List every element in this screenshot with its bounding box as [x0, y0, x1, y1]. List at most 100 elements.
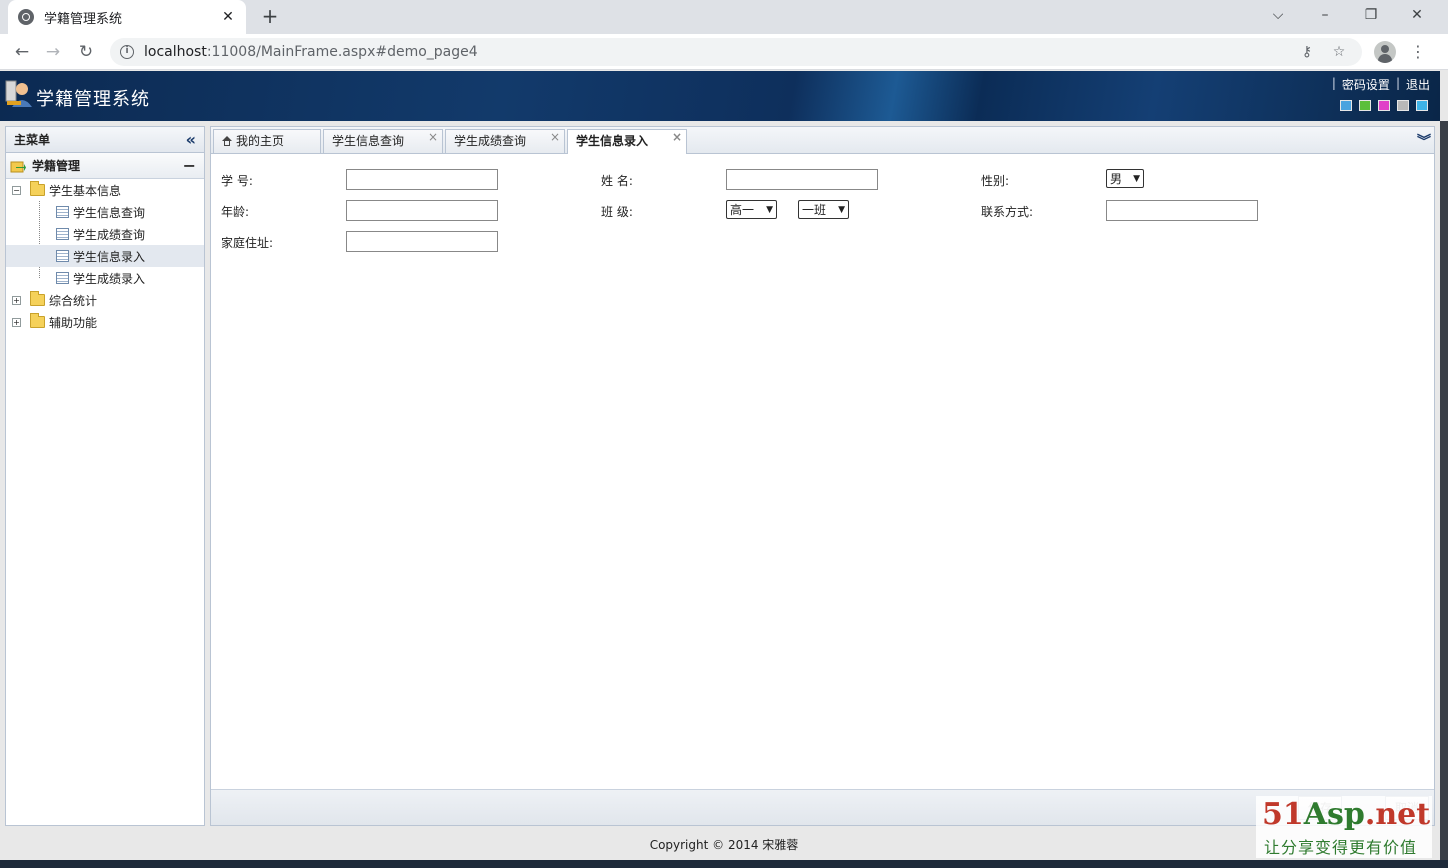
watermark-logo: 51Asp.net 让分享变得更有价值	[1256, 796, 1432, 858]
tree-item-label: 学生成绩录入	[73, 271, 146, 286]
logout-link[interactable]: 退出	[1406, 76, 1430, 93]
tab-list-chevron-icon[interactable]: ︾	[1417, 131, 1431, 151]
tab-score-query[interactable]: 学生成绩查询 ×	[445, 129, 565, 153]
chevron-down-icon: ▼	[838, 204, 845, 215]
chevron-down-icon: ▼	[1133, 173, 1140, 184]
folder-icon	[30, 313, 45, 328]
tree-item-label: 学生信息查询	[73, 205, 146, 220]
change-password-link[interactable]: 密码设置	[1342, 76, 1390, 93]
collapse-group-icon[interactable]: −	[183, 156, 196, 175]
page-icon	[56, 206, 69, 218]
watermark-slogan: 让分享变得更有价值	[1264, 838, 1418, 857]
tab-home[interactable]: 我的主页	[213, 129, 321, 153]
tree-item-score-entry[interactable]: 学生成绩录入	[6, 267, 204, 289]
close-tab-icon[interactable]: ×	[550, 126, 560, 148]
contact-input[interactable]	[1106, 200, 1258, 221]
theme-swatch-pink[interactable]	[1378, 100, 1390, 111]
browser-toolbar: ← → ↻ i localhost:11008/MainFrame.aspx#d…	[0, 34, 1448, 70]
theme-swatch-gray[interactable]	[1397, 100, 1409, 111]
sidebar-title: 主菜单	[14, 133, 51, 147]
os-taskbar	[0, 860, 1448, 868]
menu-tree: − 学生基本信息 学生信息查询 学生成绩查询 学生信息录入 学生成绩录入 + 综…	[6, 179, 204, 333]
address-bar[interactable]: i localhost:11008/MainFrame.aspx#demo_pa…	[110, 38, 1362, 66]
expand-node-icon[interactable]: +	[12, 317, 21, 327]
student-entry-form: 学 号: 姓 名: 性别: 男 ▼ 年龄: 班 级: 高一 ▼ 一班 ▼ 联系方式: …	[211, 155, 1434, 789]
back-button[interactable]: ←	[9, 40, 35, 64]
student-id-label: 学 号:	[221, 174, 253, 188]
tree-node-label: 综合统计	[49, 293, 98, 308]
class-select-value: 一班	[802, 203, 827, 217]
tree-item-student-entry[interactable]: 学生信息录入	[6, 245, 204, 267]
student-id-input[interactable]	[346, 169, 498, 190]
tab-student-entry[interactable]: 学生信息录入 ×	[567, 129, 687, 154]
group-folder-arrow-icon	[10, 161, 26, 172]
theme-swatch-cyan[interactable]	[1416, 100, 1428, 111]
tab-student-query[interactable]: 学生信息查询 ×	[323, 129, 443, 153]
sidebar-header: 主菜单 «	[6, 127, 204, 153]
header-links: | 密码设置 | 退出	[1332, 76, 1430, 93]
profile-icon[interactable]	[1374, 41, 1396, 63]
tab-label: 学生信息查询	[332, 134, 405, 148]
address-input[interactable]	[346, 231, 498, 252]
forward-button[interactable]: →	[40, 40, 66, 64]
url-text: localhost:11008/MainFrame.aspx#demo_page…	[144, 44, 478, 60]
contact-label: 联系方式:	[981, 205, 1034, 219]
menu-group-header[interactable]: 学籍管理 −	[6, 153, 204, 179]
minimize-button[interactable]: –	[1310, 4, 1340, 28]
star-icon[interactable]: ☆	[1330, 43, 1348, 61]
tab-label: 我的主页	[236, 134, 285, 148]
age-label: 年龄:	[221, 205, 250, 219]
class-label: 班 级:	[601, 205, 633, 219]
tree-node-label: 学生基本信息	[49, 183, 122, 198]
close-tab-icon[interactable]: ×	[672, 126, 682, 148]
browser-tabstrip: 学籍管理系统 ✕ + ⌵ – ❐ ✕	[0, 0, 1448, 34]
browser-menu-icon[interactable]: ⋮	[1408, 40, 1428, 64]
tree-node-student-info[interactable]: − 学生基本信息	[6, 179, 204, 201]
theme-swatch-blue[interactable]	[1340, 100, 1352, 111]
page-icon	[56, 228, 69, 240]
browser-tab[interactable]: 学籍管理系统 ✕	[8, 0, 246, 34]
key-icon[interactable]: ⚷	[1298, 43, 1316, 61]
close-tab-icon[interactable]: ×	[428, 126, 438, 148]
header-separator: |	[1331, 76, 1336, 90]
theme-swatch-green[interactable]	[1359, 100, 1371, 111]
home-icon	[222, 136, 232, 146]
class-select[interactable]: 一班 ▼	[798, 200, 849, 219]
tab-search-icon[interactable]: ⌵	[1263, 4, 1293, 28]
app-header: 学籍管理系统 | 密码设置 | 退出	[0, 71, 1440, 121]
age-input[interactable]	[346, 200, 498, 221]
content-panel: 我的主页 学生信息查询 × 学生成绩查询 × 学生信息录入 × ︾ 学 号: 姓…	[210, 126, 1435, 826]
folder-icon	[30, 181, 45, 196]
gender-label: 性别:	[981, 174, 1010, 188]
close-window-button[interactable]: ✕	[1402, 4, 1432, 28]
chevron-down-icon: ▼	[766, 204, 773, 215]
tree-item-label: 学生成绩查询	[73, 227, 146, 242]
grade-select[interactable]: 高一 ▼	[726, 200, 777, 219]
tree-item-label: 学生信息录入	[73, 249, 146, 264]
browser-tab-title: 学籍管理系统	[44, 11, 123, 27]
tree-item-score-query[interactable]: 学生成绩查询	[6, 223, 204, 245]
name-input[interactable]	[726, 169, 878, 190]
close-tab-icon[interactable]: ✕	[220, 9, 236, 25]
new-tab-button[interactable]: +	[258, 5, 282, 29]
window-edge	[1440, 121, 1448, 860]
header-separator: |	[1395, 76, 1400, 90]
globe-icon	[18, 9, 34, 25]
tree-item-student-query[interactable]: 学生信息查询	[6, 201, 204, 223]
restore-button[interactable]: ❐	[1356, 4, 1386, 28]
app-title: 学籍管理系统	[36, 89, 150, 110]
reload-button[interactable]: ↻	[73, 40, 99, 64]
name-label: 姓 名:	[601, 174, 633, 188]
form-footer-bar: 保存 取消	[211, 789, 1434, 825]
tree-node-auxiliary[interactable]: + 辅助功能	[6, 311, 204, 333]
collapse-sidebar-icon[interactable]: «	[186, 130, 196, 149]
collapse-node-icon[interactable]: −	[12, 185, 21, 195]
menu-group-title: 学籍管理	[32, 159, 81, 173]
tree-node-statistics[interactable]: + 综合统计	[6, 289, 204, 311]
tree-node-label: 辅助功能	[49, 315, 98, 330]
grade-select-value: 高一	[730, 203, 755, 217]
expand-node-icon[interactable]: +	[12, 295, 21, 305]
address-label: 家庭住址:	[221, 236, 274, 250]
site-info-icon[interactable]: i	[120, 45, 134, 59]
gender-select[interactable]: 男 ▼	[1106, 169, 1144, 188]
